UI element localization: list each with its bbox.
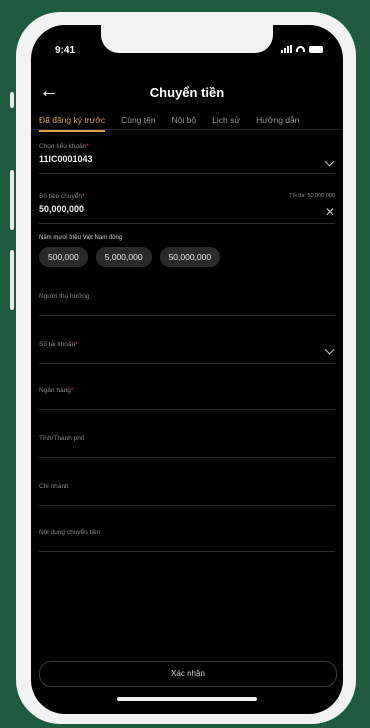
required-mark: * [75, 341, 78, 348]
phone-volume-down-button [10, 250, 14, 310]
app-screen: 9:41 ← Chuyển tiền Đã đăng ký trước Cùng… [31, 25, 343, 714]
quick-amount-chip[interactable]: 50,000,000 [159, 247, 221, 267]
account-number-field[interactable]: Số tài khoản* [39, 341, 335, 364]
beneficiary-field[interactable]: Người thụ hưởng [39, 293, 335, 316]
required-mark: * [70, 387, 74, 394]
bank-field[interactable]: Ngân hàng* [39, 387, 335, 410]
source-account-label: Chọn tiểu khoản [39, 143, 87, 150]
phone-volume-up-button [10, 170, 14, 230]
province-field[interactable]: Tỉnh/Thành phố [39, 435, 335, 458]
amount-in-words: Năm mươi triệu Việt Nam đồng [39, 235, 123, 241]
branch-label: Chi nhánh [39, 483, 69, 490]
required-mark: * [86, 143, 89, 150]
amount-limit: Tối đa: 50,000,000 [289, 193, 335, 199]
required-mark: * [82, 193, 85, 200]
bank-label: Ngân hàng [39, 387, 71, 394]
wifi-icon [296, 46, 305, 52]
clear-icon[interactable]: ✕ [325, 205, 335, 219]
phone-side-button [10, 92, 14, 108]
quick-amount-chip[interactable]: 5,000,000 [95, 247, 152, 267]
phone-notch [101, 25, 273, 53]
source-account-select[interactable]: Chọn tiểu khoản* 11IC0001043 [39, 143, 335, 174]
transfer-content-label: Nội dung chuyển tiền [39, 529, 101, 536]
amount-value: 50,000,000 [39, 204, 85, 214]
account-number-label: Số tài khoản [39, 341, 76, 348]
transfer-content-field[interactable]: Nội dung chuyển tiền [39, 529, 335, 552]
beneficiary-label: Người thụ hưởng [39, 293, 90, 300]
quick-amount-chip[interactable]: 500,000 [39, 247, 88, 267]
battery-icon [309, 45, 323, 53]
header: ← Chuyển tiền [31, 81, 343, 105]
status-icons [281, 45, 323, 53]
page-title: Chuyển tiền [149, 85, 225, 100]
source-account-value: 11IC0001043 [39, 154, 93, 164]
tab-divider [31, 129, 343, 130]
status-time: 9:41 [55, 45, 76, 56]
amount-field[interactable]: Số tiền chuyển* 50,000,000 Tối đa: 50,00… [39, 193, 335, 224]
signal-icon [281, 45, 292, 53]
home-indicator [117, 697, 257, 701]
amount-label: Số tiền chuyển [39, 193, 83, 200]
branch-field[interactable]: Chi nhánh [39, 483, 335, 506]
province-label: Tỉnh/Thành phố [39, 435, 85, 442]
quick-amount-chips: 500,000 5,000,000 50,000,000 [39, 247, 221, 267]
confirm-button[interactable]: Xác nhận [39, 661, 337, 687]
